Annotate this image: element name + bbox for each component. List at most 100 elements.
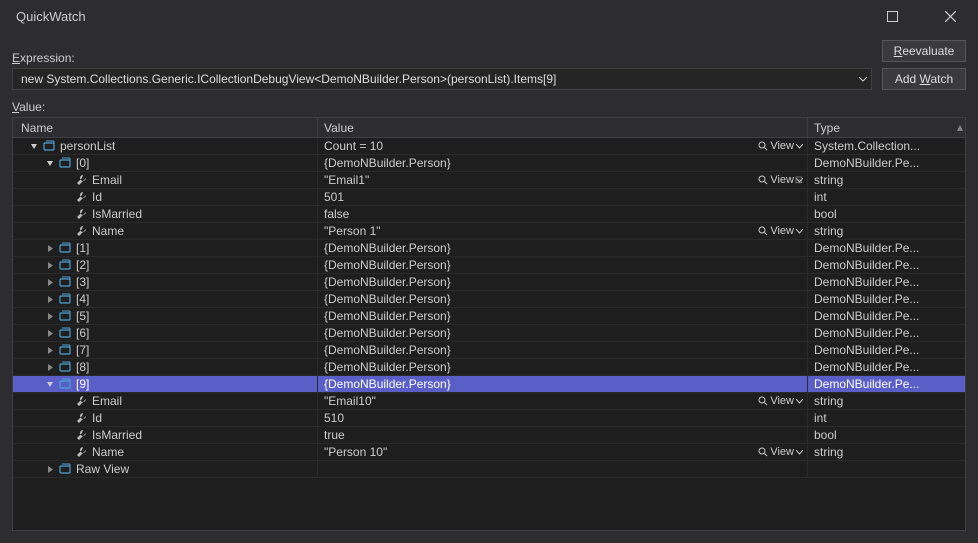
expression-input[interactable]: new System.Collections.Generic.ICollecti… (12, 68, 872, 90)
grid-row[interactable]: [7]{DemoNBuilder.Person}DemoNBuilder.Pe.… (13, 342, 965, 359)
grid-row[interactable]: [0]{DemoNBuilder.Person}DemoNBuilder.Pe.… (13, 155, 965, 172)
grid-row[interactable]: Name"Person 10"Viewstring (13, 444, 965, 461)
view-button[interactable]: View (758, 225, 803, 237)
grid-row[interactable]: personListCount = 10ViewSystem.Collectio… (13, 138, 965, 155)
close-icon (945, 11, 956, 22)
grid-header: Name Value Type ▴ (13, 118, 965, 138)
chevron-down-icon (796, 144, 803, 149)
value-label: Value: (12, 100, 966, 114)
expand-toggle[interactable] (45, 362, 56, 373)
wrench-icon (74, 207, 88, 221)
cell-name: [3] (13, 274, 318, 290)
object-icon (58, 343, 72, 357)
cell-type: DemoNBuilder.Pe... (808, 240, 965, 256)
expand-toggle[interactable] (45, 294, 56, 305)
expand-toggle[interactable] (29, 141, 40, 152)
cell-value: {DemoNBuilder.Person} (318, 274, 808, 290)
row-type: bool (814, 428, 837, 442)
grid-row[interactable]: Name"Person 1"Viewstring (13, 223, 965, 240)
cell-type (808, 461, 965, 477)
cell-value: {DemoNBuilder.Person} (318, 257, 808, 273)
grid-row[interactable]: [4]{DemoNBuilder.Person}DemoNBuilder.Pe.… (13, 291, 965, 308)
grid-row[interactable]: [3]{DemoNBuilder.Person}DemoNBuilder.Pe.… (13, 274, 965, 291)
expand-toggle[interactable] (45, 345, 56, 356)
grid-row[interactable]: [8]{DemoNBuilder.Person}DemoNBuilder.Pe.… (13, 359, 965, 376)
grid-row[interactable]: [2]{DemoNBuilder.Person}DemoNBuilder.Pe.… (13, 257, 965, 274)
expand-toggle (61, 209, 72, 220)
col-header-name[interactable]: Name (13, 118, 318, 137)
window-title: QuickWatch (16, 9, 86, 24)
reevaluate-button[interactable]: Reevaluate (882, 40, 966, 62)
grid-row[interactable]: Id510int (13, 410, 965, 427)
col-header-type[interactable]: Type ▴ (808, 118, 965, 137)
expand-toggle[interactable] (45, 328, 56, 339)
scroll-up-icon[interactable]: ▴ (957, 120, 963, 134)
cell-type: DemoNBuilder.Pe... (808, 308, 965, 324)
view-button[interactable]: View (758, 446, 803, 458)
close-button[interactable] (930, 2, 970, 30)
cell-name: [4] (13, 291, 318, 307)
row-value: {DemoNBuilder.Person} (324, 309, 451, 323)
row-name: [1] (76, 241, 89, 255)
grid-row[interactable]: [5]{DemoNBuilder.Person}DemoNBuilder.Pe.… (13, 308, 965, 325)
cell-value: true (318, 427, 808, 443)
expand-toggle (61, 175, 72, 186)
grid-row[interactable]: [6]{DemoNBuilder.Person}DemoNBuilder.Pe.… (13, 325, 965, 342)
cell-type: DemoNBuilder.Pe... (808, 342, 965, 358)
wrench-icon (74, 394, 88, 408)
grid-row[interactable]: Raw View (13, 461, 965, 478)
row-value: Count = 10 (324, 139, 383, 153)
window-body: Expression: new System.Collections.Gener… (0, 32, 978, 543)
row-name: [8] (76, 360, 89, 374)
magnifier-icon (758, 396, 768, 406)
cell-value: {DemoNBuilder.Person} (318, 325, 808, 341)
expand-toggle[interactable] (45, 260, 56, 271)
pin-icon[interactable]: ⊟ (795, 175, 803, 186)
maximize-button[interactable] (872, 2, 912, 30)
grid-row[interactable]: IsMarriedtruebool (13, 427, 965, 444)
grid-body[interactable]: personListCount = 10ViewSystem.Collectio… (13, 138, 965, 530)
add-watch-button[interactable]: Add Watch (882, 68, 966, 90)
grid-row[interactable]: [1] {DemoNBuilder.Person} DemoNBuilder.Pe.… (13, 240, 965, 257)
wrench-icon (74, 224, 88, 238)
chevron-down-icon[interactable] (859, 77, 867, 82)
row-name: Name (92, 224, 124, 238)
col-header-value[interactable]: Value (318, 118, 808, 137)
cell-value: {DemoNBuilder.Person} (318, 308, 808, 324)
cell-type: DemoNBuilder.Pe... (808, 155, 965, 171)
object-icon (58, 326, 72, 340)
row-name: personList (60, 139, 115, 153)
row-value: "Email10" (324, 394, 376, 408)
row-value: "Person 1" (324, 224, 381, 238)
cell-type: bool (808, 427, 965, 443)
expand-toggle[interactable] (45, 311, 56, 322)
grid-row[interactable]: Id501int (13, 189, 965, 206)
cell-type: bool (808, 206, 965, 222)
row-name: Raw View (76, 462, 129, 476)
row-value: {DemoNBuilder.Person} (324, 241, 451, 255)
cell-value: false (318, 206, 808, 222)
grid-row[interactable]: Email"Email10"Viewstring (13, 393, 965, 410)
row-value: 501 (324, 190, 344, 204)
cell-name: Name (13, 444, 318, 460)
view-button[interactable]: View (758, 140, 803, 152)
grid-row[interactable]: IsMarriedfalsebool (13, 206, 965, 223)
grid-row[interactable]: [9]{DemoNBuilder.Person}DemoNBuilder.Pe.… (13, 376, 965, 393)
object-icon (58, 275, 72, 289)
cell-value: {DemoNBuilder.Person} (318, 342, 808, 358)
expand-toggle[interactable] (45, 243, 56, 254)
row-name: [4] (76, 292, 89, 306)
grid-row[interactable]: Email"Email1"View⊟string (13, 172, 965, 189)
cell-name: Id (13, 189, 318, 205)
expand-toggle[interactable] (45, 158, 56, 169)
cell-value: {DemoNBuilder.Person} (318, 155, 808, 171)
cell-value (318, 461, 808, 477)
expand-toggle[interactable] (45, 464, 56, 475)
expand-toggle[interactable] (45, 277, 56, 288)
cell-name: [1] (13, 240, 318, 256)
row-value: {DemoNBuilder.Person} (324, 360, 451, 374)
row-type: DemoNBuilder.Pe... (814, 241, 919, 255)
magnifier-icon (758, 175, 768, 185)
view-button[interactable]: View (758, 395, 803, 407)
expand-toggle[interactable] (45, 379, 56, 390)
